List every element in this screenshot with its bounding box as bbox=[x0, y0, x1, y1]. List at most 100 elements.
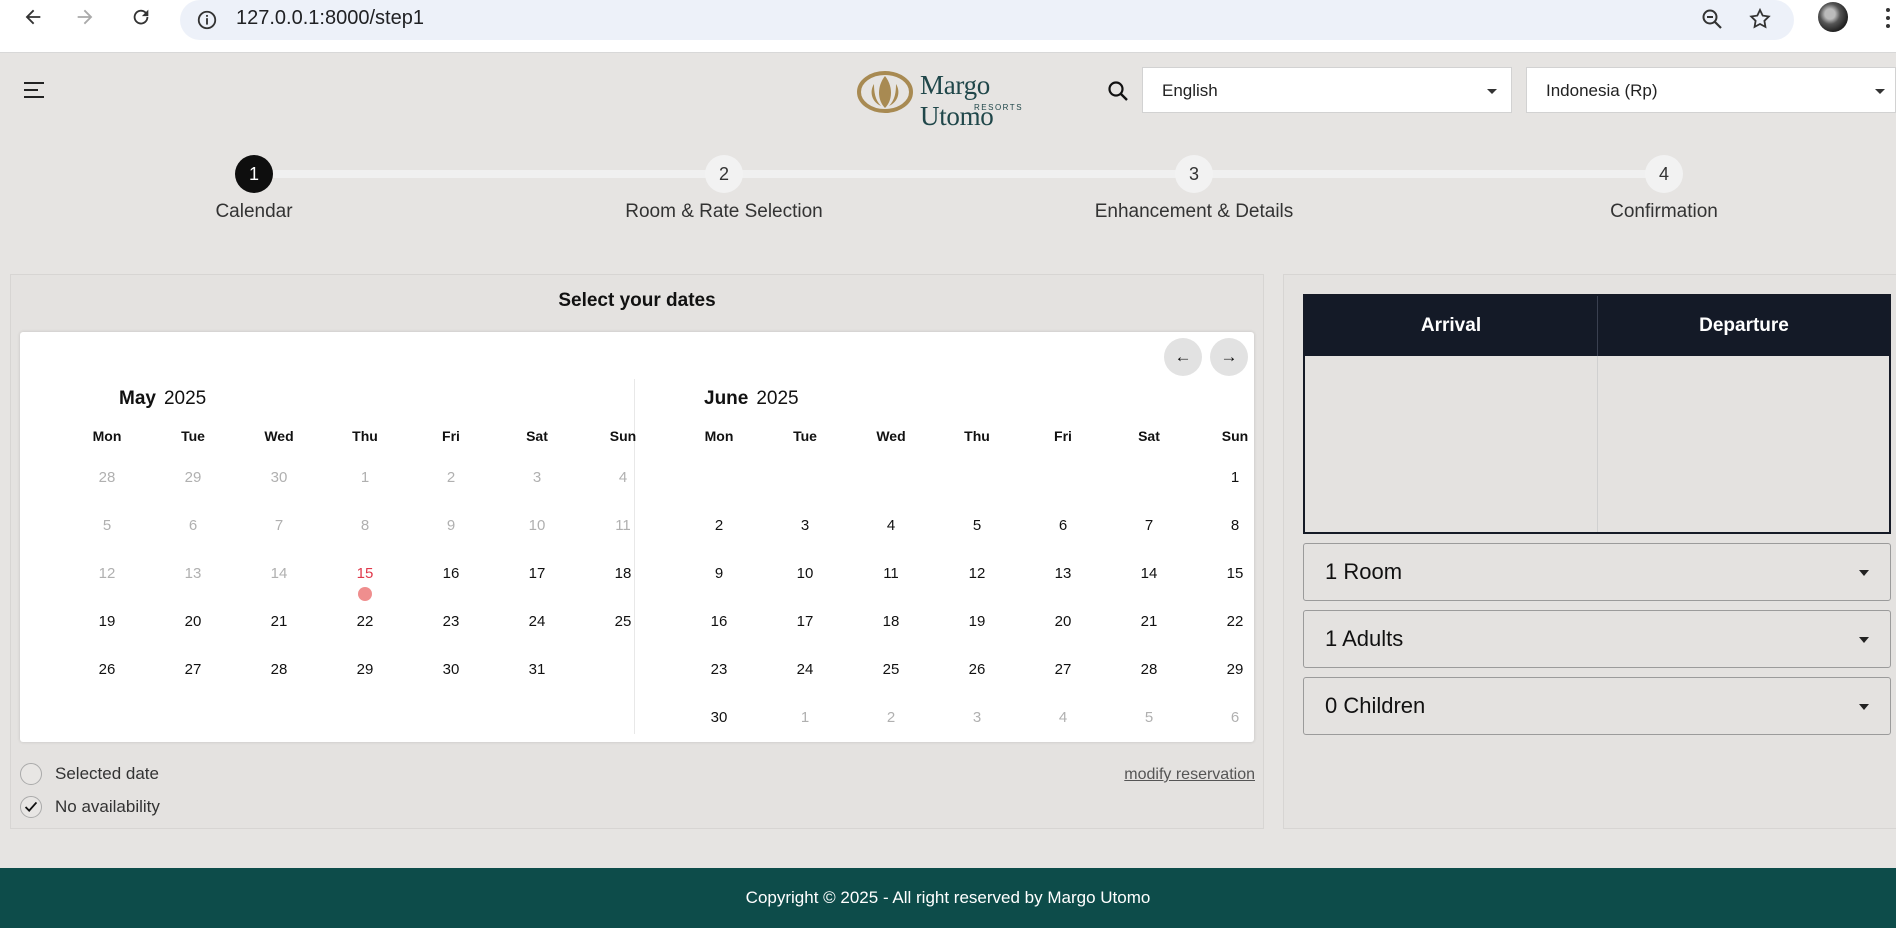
calendar-day[interactable]: 23 bbox=[699, 661, 739, 678]
calendar-day: 1 bbox=[360, 469, 370, 486]
url-text[interactable]: 127.0.0.1:8000/step1 bbox=[236, 7, 424, 30]
zoom-icon[interactable] bbox=[1700, 7, 1724, 36]
calendar-day[interactable]: 20 bbox=[173, 613, 213, 630]
calendar-day[interactable]: 28 bbox=[1129, 661, 1169, 678]
calendar-day[interactable]: 26 bbox=[87, 661, 127, 678]
calendar-day[interactable]: 13 bbox=[1043, 565, 1083, 582]
calendar-day[interactable]: 3 bbox=[785, 517, 825, 534]
calendar-day[interactable]: 24 bbox=[785, 661, 825, 678]
calendar-day[interactable]: 31 bbox=[517, 661, 557, 678]
calendar-day-today[interactable]: 15 bbox=[345, 565, 385, 582]
calendar-day[interactable]: 10 bbox=[785, 565, 825, 582]
calendar-day: 5 bbox=[1144, 709, 1154, 726]
calendar-day[interactable]: 23 bbox=[431, 613, 471, 630]
calendar-day[interactable]: 20 bbox=[1043, 613, 1083, 630]
weekday-header: Sun bbox=[609, 428, 637, 444]
calendar-day[interactable]: 27 bbox=[173, 661, 213, 678]
back-icon[interactable] bbox=[20, 4, 46, 30]
calendar-day[interactable]: 18 bbox=[871, 613, 911, 630]
brand-name: Margo Utomo bbox=[920, 70, 994, 131]
calendar-day[interactable]: 29 bbox=[345, 661, 385, 678]
calendar-day[interactable]: 6 bbox=[1043, 517, 1083, 534]
children-value: 0 Children bbox=[1325, 693, 1426, 718]
calendar-day[interactable]: 26 bbox=[957, 661, 997, 678]
currency-select[interactable]: Indonesia (Rp) bbox=[1526, 67, 1896, 113]
weekday-header: Fri bbox=[1054, 428, 1072, 444]
calendar-day[interactable]: 16 bbox=[699, 613, 739, 630]
calendar-day: 2 bbox=[886, 709, 896, 726]
calendar-day: 13 bbox=[184, 565, 202, 582]
step-3-label: Enhancement & Details bbox=[1094, 201, 1294, 222]
calendar-day[interactable]: 30 bbox=[699, 709, 739, 726]
next-month-button[interactable]: → bbox=[1210, 338, 1248, 376]
calendar-day[interactable]: 27 bbox=[1043, 661, 1083, 678]
profile-avatar[interactable] bbox=[1818, 2, 1848, 32]
weekday-header: Tue bbox=[181, 428, 205, 444]
rooms-value: 1 Room bbox=[1325, 559, 1403, 584]
calendar-day[interactable]: 16 bbox=[431, 565, 471, 582]
step-2-dot[interactable]: 2 bbox=[705, 155, 743, 193]
date-summary-table: Arrival Departure bbox=[1303, 294, 1891, 534]
language-value: English bbox=[1162, 81, 1218, 100]
calendar-day[interactable]: 19 bbox=[957, 613, 997, 630]
step-1-dot[interactable]: 1 bbox=[235, 155, 273, 193]
calendar-day[interactable]: 28 bbox=[259, 661, 299, 678]
calendar-day[interactable]: 29 bbox=[1215, 661, 1255, 678]
calendar-day[interactable]: 17 bbox=[517, 565, 557, 582]
step-3-dot[interactable]: 3 bbox=[1175, 155, 1213, 193]
children-select[interactable]: 0 Children bbox=[1303, 677, 1891, 735]
departure-header: Departure bbox=[1699, 315, 1789, 336]
calendar-day[interactable]: 5 bbox=[957, 517, 997, 534]
browser-menu-icon[interactable] bbox=[1880, 6, 1896, 32]
weekday-header: Mon bbox=[704, 428, 734, 444]
rooms-select[interactable]: 1 Room bbox=[1303, 543, 1891, 601]
chevron-down-icon bbox=[1859, 704, 1869, 710]
brand-subtitle: RESORTS bbox=[974, 103, 1024, 112]
progress-track bbox=[254, 170, 1665, 178]
legend-unavailable-label: No availability bbox=[55, 797, 160, 816]
calendar-day: 6 bbox=[1230, 709, 1240, 726]
copyright-text: Copyright © 2025 - All right reserved by… bbox=[745, 888, 1151, 907]
menu-icon[interactable] bbox=[24, 82, 44, 98]
language-select[interactable]: English bbox=[1142, 67, 1512, 113]
calendar-day[interactable]: 18 bbox=[603, 565, 643, 582]
brand-logo[interactable]: Margo Utomo RESORTS bbox=[857, 66, 1067, 131]
calendar-day[interactable]: 21 bbox=[259, 613, 299, 630]
browser-toolbar: 127.0.0.1:8000/step1 bbox=[0, 0, 1896, 53]
calendar-day[interactable]: 25 bbox=[871, 661, 911, 678]
calendar-day[interactable]: 1 bbox=[1215, 469, 1255, 486]
calendar-day[interactable]: 11 bbox=[871, 565, 911, 582]
address-bar[interactable]: 127.0.0.1:8000/step1 bbox=[180, 0, 1794, 40]
calendar-day[interactable]: 14 bbox=[1129, 565, 1169, 582]
calendar-day[interactable]: 2 bbox=[699, 517, 739, 534]
forward-icon[interactable] bbox=[72, 4, 98, 30]
step-4-dot[interactable]: 4 bbox=[1645, 155, 1683, 193]
calendar-day[interactable]: 22 bbox=[345, 613, 385, 630]
modify-reservation-link[interactable]: modify reservation bbox=[1124, 766, 1255, 784]
reload-icon[interactable] bbox=[128, 4, 154, 30]
calendar-day[interactable]: 19 bbox=[87, 613, 127, 630]
chevron-down-icon bbox=[1859, 570, 1869, 576]
weekday-header: Wed bbox=[264, 428, 294, 444]
bookmark-star-icon[interactable] bbox=[1748, 7, 1772, 36]
calendar-day[interactable]: 8 bbox=[1215, 517, 1255, 534]
calendar-day[interactable]: 21 bbox=[1129, 613, 1169, 630]
search-icon[interactable] bbox=[1106, 79, 1130, 103]
calendar-day[interactable]: 25 bbox=[603, 613, 643, 630]
calendar-day[interactable]: 4 bbox=[871, 517, 911, 534]
calendar-day[interactable]: 22 bbox=[1215, 613, 1255, 630]
calendar-day[interactable]: 17 bbox=[785, 613, 825, 630]
site-info-icon[interactable] bbox=[194, 7, 220, 33]
calendar-day[interactable]: 9 bbox=[699, 565, 739, 582]
calendar-day[interactable]: 12 bbox=[957, 565, 997, 582]
legend-selected-label: Selected date bbox=[55, 764, 159, 783]
adults-select[interactable]: 1 Adults bbox=[1303, 610, 1891, 668]
calendar-day[interactable]: 7 bbox=[1129, 517, 1169, 534]
step-2-label: Room & Rate Selection bbox=[625, 201, 823, 222]
calendar-day[interactable]: 15 bbox=[1215, 565, 1255, 582]
today-indicator bbox=[358, 587, 372, 601]
weekday-header: Sat bbox=[526, 428, 548, 444]
calendar-day[interactable]: 30 bbox=[431, 661, 471, 678]
calendar-day[interactable]: 24 bbox=[517, 613, 557, 630]
prev-month-button[interactable]: ← bbox=[1164, 338, 1202, 376]
